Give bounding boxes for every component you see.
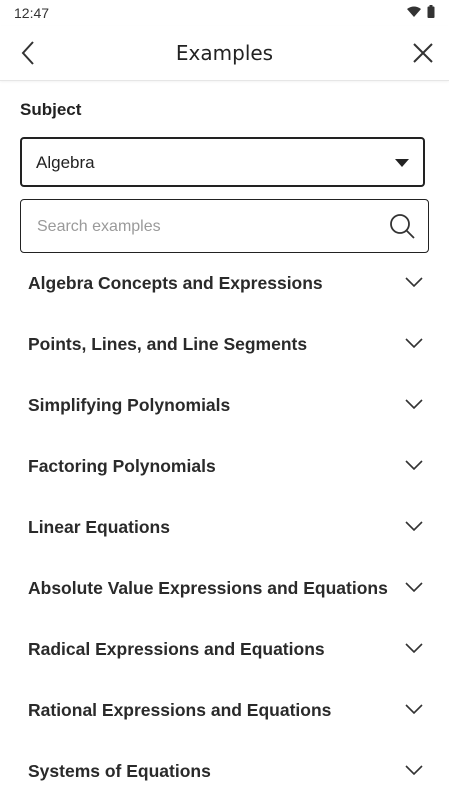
search-input[interactable] bbox=[35, 212, 369, 242]
list-item[interactable]: Rational Expressions and Equations bbox=[0, 680, 449, 741]
subject-select[interactable]: Algebra bbox=[20, 137, 425, 187]
topic-label: Radical Expressions and Equations bbox=[28, 639, 325, 659]
topic-label: Algebra Concepts and Expressions bbox=[28, 273, 323, 293]
chevron-down-icon bbox=[405, 582, 423, 592]
chevron-down-icon bbox=[405, 460, 423, 470]
list-item[interactable]: Algebra Concepts and Expressions bbox=[0, 253, 449, 314]
close-button[interactable] bbox=[409, 39, 437, 67]
page-title: Examples bbox=[175, 41, 274, 65]
close-icon bbox=[413, 43, 433, 63]
battery-icon bbox=[427, 5, 435, 18]
status-bar: 12:47 bbox=[0, 0, 449, 26]
chevron-down-icon bbox=[405, 521, 423, 531]
topic-label: Simplifying Polynomials bbox=[28, 395, 231, 415]
chevron-down-icon bbox=[405, 643, 423, 653]
chevron-down-icon bbox=[405, 704, 423, 714]
header: Examples bbox=[0, 26, 449, 81]
list-item[interactable]: Systems of Equations bbox=[0, 741, 449, 802]
chevron-down-icon bbox=[405, 765, 423, 775]
list-item[interactable]: Factoring Polynomials bbox=[0, 436, 449, 497]
topic-label: Factoring Polynomials bbox=[28, 456, 216, 476]
list-item[interactable]: Linear Equations bbox=[0, 497, 449, 558]
search-box[interactable] bbox=[20, 199, 429, 253]
list-item[interactable]: Simplifying Polynomials bbox=[0, 375, 449, 436]
subject-label: Subject bbox=[20, 100, 82, 119]
list-item[interactable]: Radical Expressions and Equations bbox=[0, 619, 449, 680]
topic-label: Points, Lines, and Line Segments bbox=[28, 334, 308, 354]
chevron-down-icon bbox=[405, 338, 423, 348]
subject-select-value: Algebra bbox=[36, 153, 95, 172]
wifi-icon bbox=[407, 6, 421, 17]
list-item[interactable]: Points, Lines, and Line Segments bbox=[0, 314, 449, 375]
topic-label: Systems of Equations bbox=[28, 761, 211, 781]
chevron-down-icon bbox=[405, 277, 423, 287]
topic-label: Rational Expressions and Equations bbox=[28, 700, 332, 720]
list-item[interactable]: Absolute Value Expressions and Equations bbox=[0, 558, 449, 619]
status-time: 12:47 bbox=[14, 5, 50, 21]
status-icons bbox=[407, 5, 435, 18]
chevron-down-icon bbox=[405, 399, 423, 409]
topic-label: Linear Equations bbox=[28, 517, 170, 537]
topic-list: Algebra Concepts and Expressions Points,… bbox=[0, 253, 449, 802]
search-icon[interactable] bbox=[388, 212, 416, 240]
topic-label: Absolute Value Expressions and Equations bbox=[28, 578, 388, 598]
caret-down-icon bbox=[395, 159, 409, 167]
